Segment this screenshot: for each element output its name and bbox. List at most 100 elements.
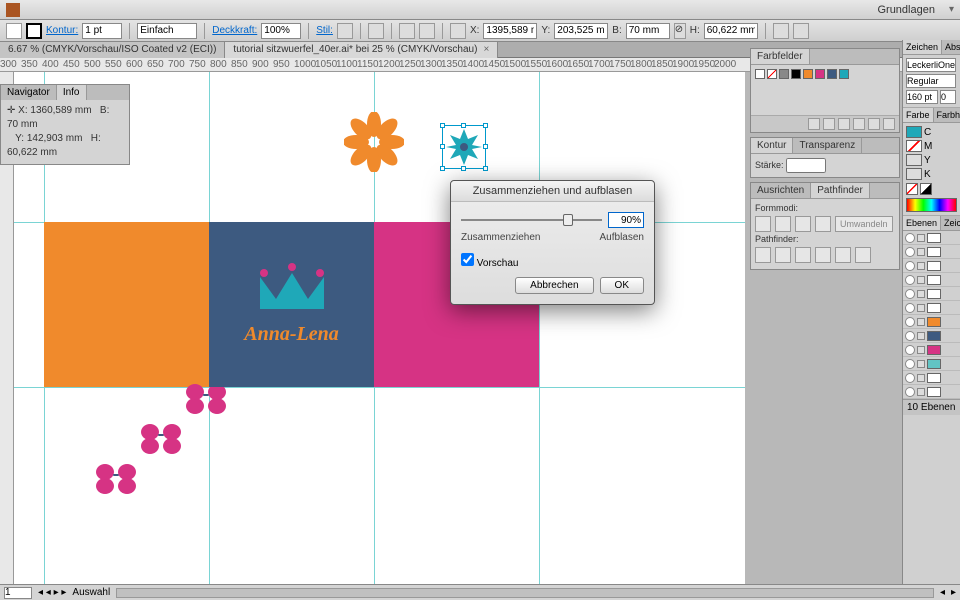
stroke-well[interactable] — [906, 140, 922, 152]
font-weight-input[interactable] — [906, 74, 956, 88]
shape-mode-icon-2[interactable] — [793, 23, 809, 39]
lock-icon[interactable] — [917, 262, 925, 270]
swatch[interactable] — [839, 69, 849, 79]
fill-swatch-icon[interactable] — [6, 23, 22, 39]
merge-icon[interactable] — [795, 247, 811, 263]
scrollbar-horizontal[interactable] — [116, 588, 934, 598]
swatch[interactable] — [827, 69, 837, 79]
visibility-icon[interactable] — [905, 387, 915, 397]
transform-anchor-icon[interactable] — [450, 23, 466, 39]
divide-icon[interactable] — [755, 247, 771, 263]
trim-icon[interactable] — [775, 247, 791, 263]
none-color-icon[interactable] — [906, 183, 918, 195]
tab-zeichenfl[interactable]: Zeichenfl — [941, 216, 960, 230]
workspace-profile[interactable]: Grundlagen — [865, 4, 947, 16]
guide[interactable] — [539, 72, 540, 584]
layer-row[interactable] — [903, 329, 960, 343]
doc-tab-2[interactable]: tutorial sitzwuerfel_40er.ai* bei 25 % (… — [225, 42, 498, 58]
cancel-button[interactable]: Abbrechen — [515, 277, 593, 294]
lock-icon[interactable] — [917, 360, 925, 368]
tab-absatz[interactable]: Absatz — [942, 40, 960, 54]
scroll-arrow-icon[interactable]: ◂ — [940, 587, 945, 598]
minus-back-icon[interactable] — [855, 247, 871, 263]
layer-row[interactable] — [903, 315, 960, 329]
opacity-label[interactable]: Deckkraft: — [212, 25, 257, 36]
trash-icon[interactable] — [883, 118, 895, 130]
height-input[interactable] — [704, 23, 758, 39]
artboard-nav-input[interactable] — [4, 587, 32, 599]
layer-row[interactable] — [903, 371, 960, 385]
layer-select-icon[interactable] — [948, 247, 958, 257]
doc-tab-1[interactable]: 6.67 % (CMYK/Vorschau/ISO Coated v2 (ECI… — [0, 42, 225, 58]
layer-row[interactable] — [903, 385, 960, 399]
expand-button[interactable]: Umwandeln — [835, 216, 893, 232]
swatch[interactable] — [755, 69, 765, 79]
shape-mode-icon[interactable] — [773, 23, 789, 39]
leading-input[interactable] — [940, 90, 956, 104]
layer-select-icon[interactable] — [948, 275, 958, 285]
bw-color-icon[interactable] — [920, 183, 932, 195]
layer-row[interactable] — [903, 231, 960, 245]
opacity-input[interactable] — [261, 23, 301, 39]
layer-row[interactable] — [903, 343, 960, 357]
link-wh-icon[interactable]: ⊘ — [674, 23, 686, 39]
layer-select-icon[interactable] — [948, 373, 958, 383]
layer-select-icon[interactable] — [948, 331, 958, 341]
swatch-opts-icon[interactable] — [838, 118, 850, 130]
visibility-icon[interactable] — [905, 359, 915, 369]
swatch[interactable] — [815, 69, 825, 79]
swatch-kind-icon[interactable] — [823, 118, 835, 130]
layer-select-icon[interactable] — [948, 317, 958, 327]
layer-select-icon[interactable] — [948, 359, 958, 369]
layer-select-icon[interactable] — [948, 233, 958, 243]
width-input[interactable] — [626, 23, 670, 39]
guide[interactable] — [14, 387, 745, 388]
visibility-icon[interactable] — [905, 275, 915, 285]
style-label[interactable]: Stil: — [316, 25, 333, 36]
visibility-icon[interactable] — [905, 233, 915, 243]
font-size-input[interactable] — [906, 90, 938, 104]
lock-icon[interactable] — [917, 332, 925, 340]
layer-select-icon[interactable] — [948, 303, 958, 313]
stroke-swatch-icon[interactable] — [26, 23, 42, 39]
visibility-icon[interactable] — [905, 261, 915, 271]
layer-row[interactable] — [903, 301, 960, 315]
panel-blue[interactable]: Anna-Lena — [209, 222, 374, 387]
flower-teal-selected[interactable] — [444, 127, 484, 167]
swatches-panel[interactable]: Farbfelder — [750, 48, 900, 133]
layer-select-icon[interactable] — [948, 387, 958, 397]
swatch-lib-icon[interactable] — [808, 118, 820, 130]
tab-info[interactable]: Info — [57, 85, 87, 100]
swatch[interactable] — [803, 69, 813, 79]
lock-icon[interactable] — [917, 346, 925, 354]
lock-icon[interactable] — [917, 248, 925, 256]
lock-icon[interactable] — [917, 276, 925, 284]
outline-icon[interactable] — [835, 247, 851, 263]
swatch[interactable] — [779, 69, 789, 79]
visibility-icon[interactable] — [905, 331, 915, 341]
swatch-none[interactable] — [767, 69, 777, 79]
visibility-icon[interactable] — [905, 373, 915, 383]
lock-icon[interactable] — [917, 318, 925, 326]
preview-checkbox[interactable] — [461, 253, 474, 266]
pathfinder-panel[interactable]: Ausrichten Pathfinder Formmodi: Umwandel… — [750, 182, 900, 270]
tab-farbhilfe[interactable]: Farbhilf — [934, 108, 960, 122]
artboard-nav-arrows[interactable]: ◂ ◂ ▸ ▸ — [38, 587, 66, 598]
visibility-icon[interactable] — [905, 289, 915, 299]
stroke-panel[interactable]: Kontur Transparenz Stärke: — [750, 137, 900, 178]
tab-ebenen[interactable]: Ebenen — [903, 216, 941, 230]
intersect-icon[interactable] — [795, 216, 811, 232]
lock-icon[interactable] — [917, 234, 925, 242]
crop-icon[interactable] — [815, 247, 831, 263]
lock-icon[interactable] — [917, 290, 925, 298]
tab-kontur[interactable]: Kontur — [751, 138, 793, 153]
tab-ausrichten[interactable]: Ausrichten — [751, 183, 811, 198]
font-family-input[interactable] — [906, 58, 956, 72]
new-swatch-icon[interactable] — [868, 118, 880, 130]
swatch[interactable] — [791, 69, 801, 79]
graphic-style-icon[interactable] — [337, 23, 353, 39]
ok-button[interactable]: OK — [600, 277, 644, 294]
stroke-weight-panel-input[interactable] — [786, 158, 826, 173]
align-icon-2[interactable] — [419, 23, 435, 39]
scroll-arrow-icon[interactable]: ▸ — [951, 587, 956, 598]
